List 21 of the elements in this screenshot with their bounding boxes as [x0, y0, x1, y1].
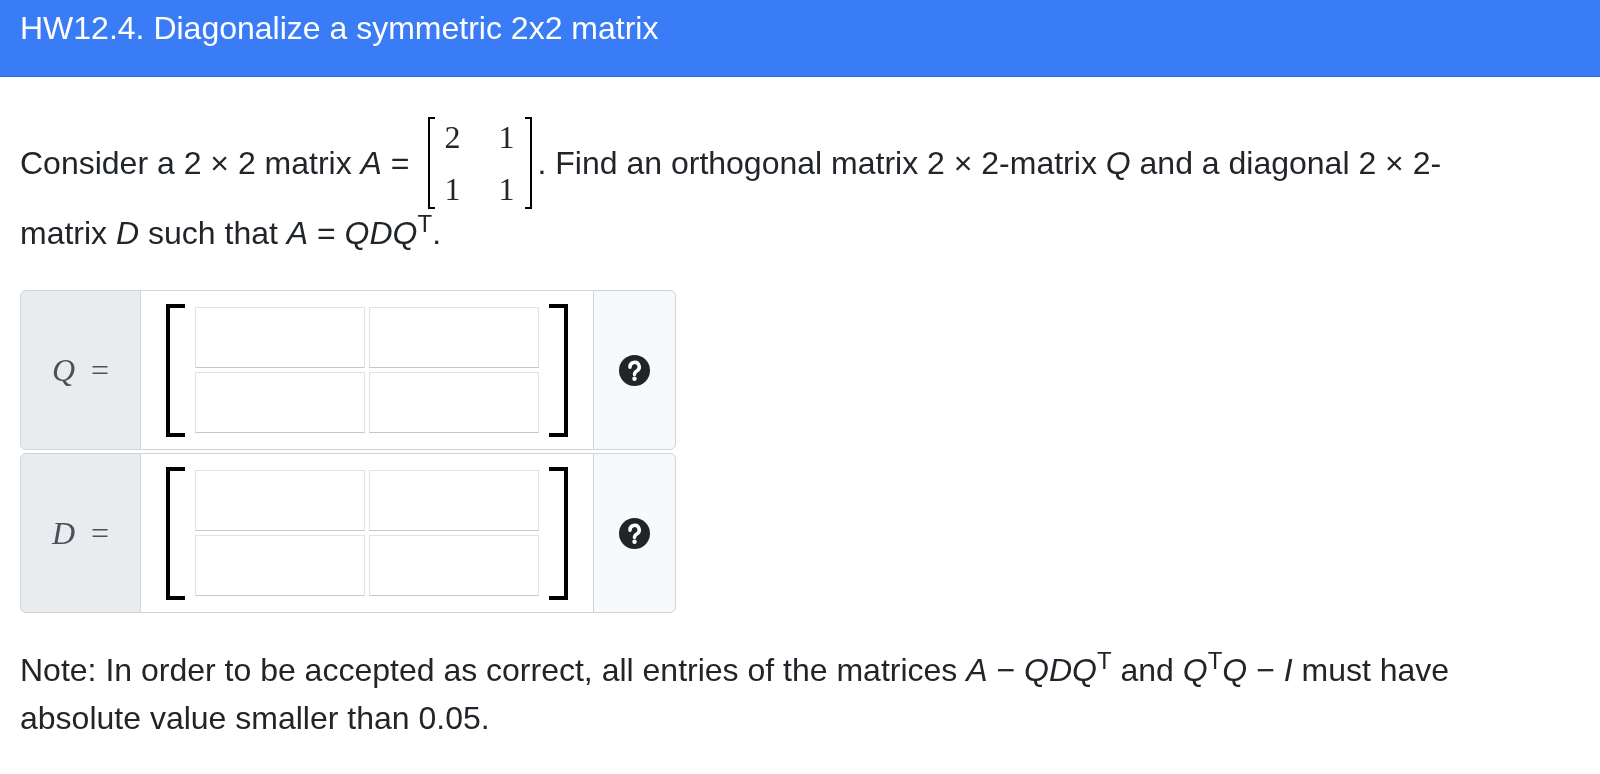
help-icon[interactable] — [619, 354, 650, 386]
matrix-entry-field[interactable] — [195, 307, 365, 368]
matrix-entry-field[interactable] — [369, 372, 539, 433]
note-text: Note: In order to be accepted as correct, all entries of the matrices A − QDQ$^{T}$ and Q$^{T}$Q − I must have absolute value smaller than 0.05. — [20, 646, 1451, 738]
question-text: matrix D such that A = QDQ$^{T}$. — [20, 209, 442, 253]
matrix-entry: 1 — [498, 118, 515, 157]
matrix-entry-field[interactable] — [369, 535, 539, 596]
matrix-entry: 2 — [444, 118, 461, 157]
matrix-entry: 1 — [444, 170, 461, 209]
matrix-entry-field[interactable] — [369, 307, 539, 368]
page-title: HW12.4. Diagonalize a symmetric 2x2 matrix — [20, 9, 660, 48]
question-text: Consider a 2 × 2 matrix A = — [20, 144, 410, 183]
question-text: . Find an orthogonal matrix 2 × 2-matrix Q and a diagonal 2 × 2- — [537, 144, 1442, 183]
matrix-label: Q = — [20, 290, 141, 450]
matrix-entry: 1 — [498, 170, 515, 209]
matrix-entry-field[interactable] — [195, 470, 365, 531]
matrix-entry-field[interactable] — [195, 372, 365, 433]
matrix-label: D = — [20, 453, 141, 613]
matrix-entry-field[interactable] — [195, 535, 365, 596]
help-icon[interactable] — [619, 517, 650, 549]
matrix-entry-field[interactable] — [369, 470, 539, 531]
